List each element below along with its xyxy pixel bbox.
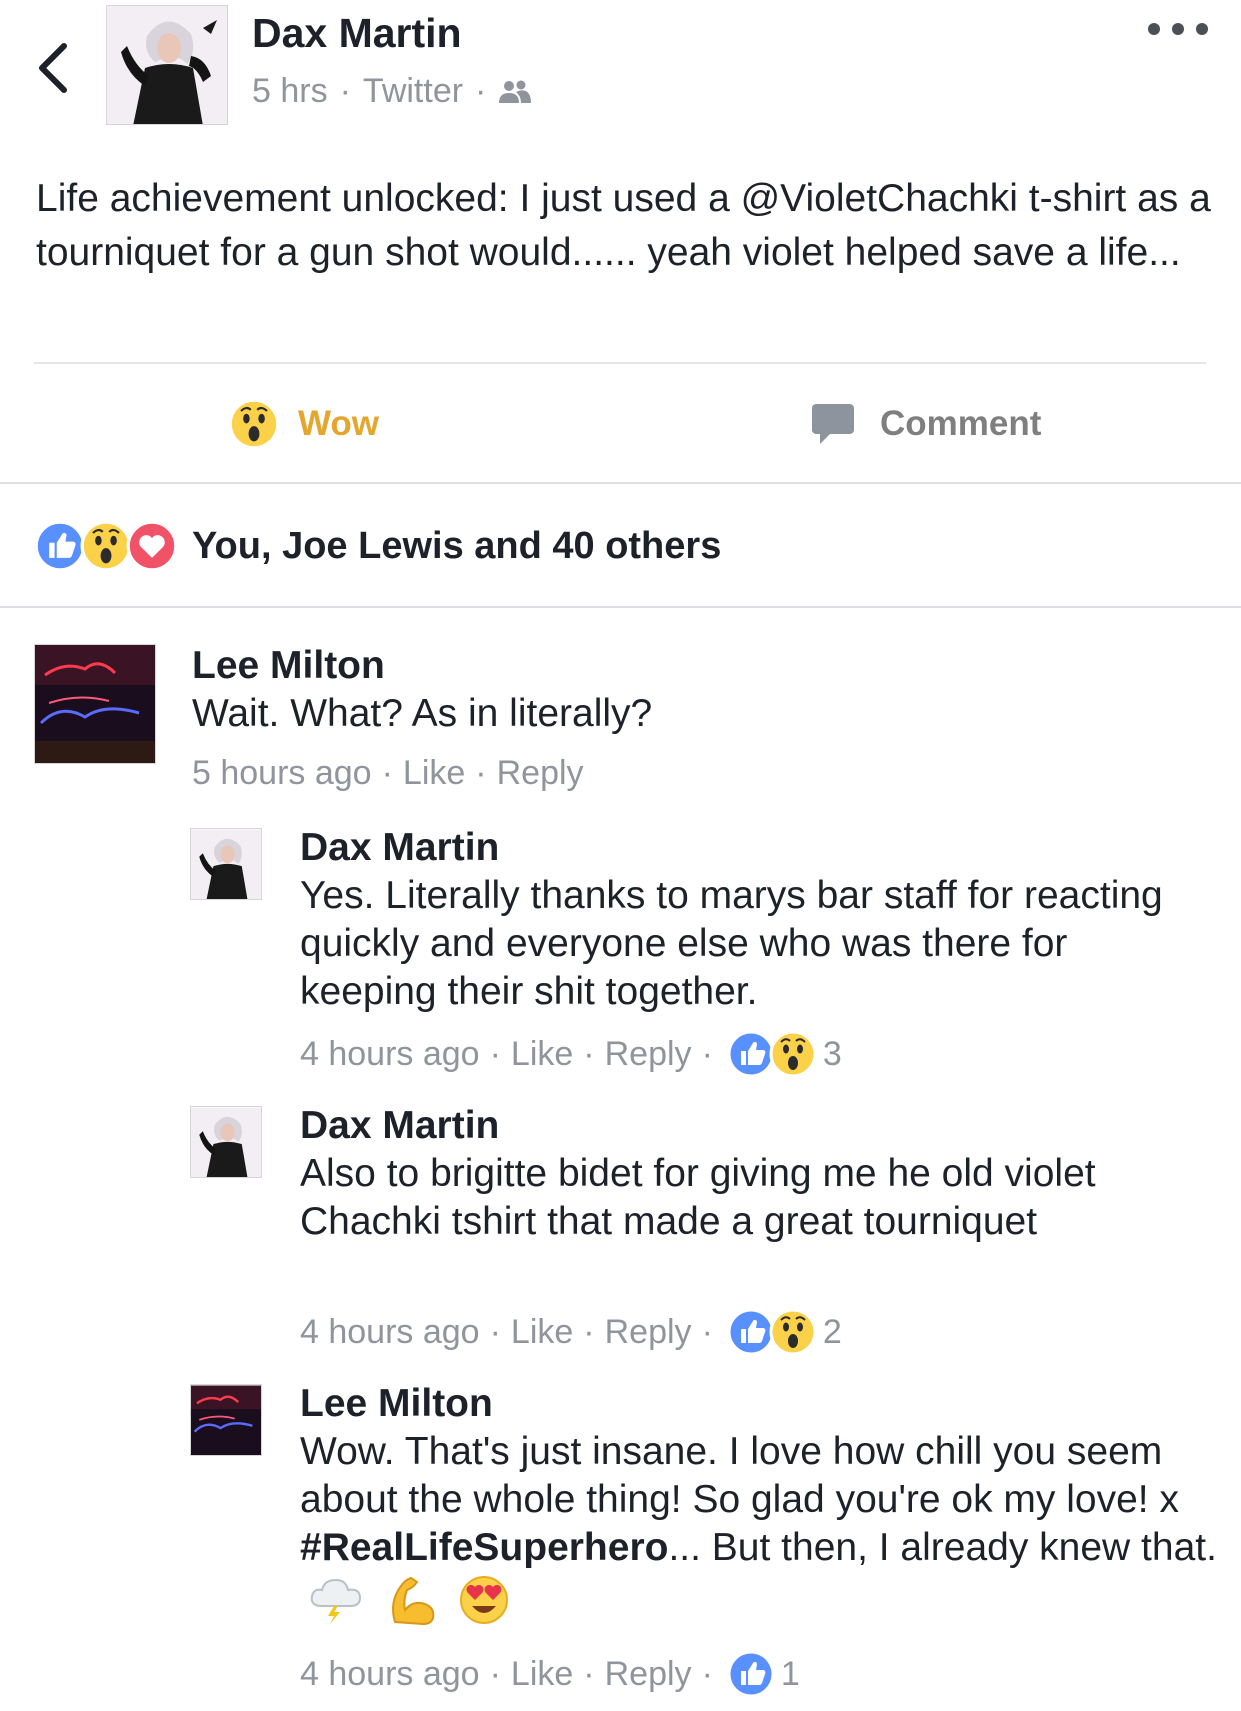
comment-time[interactable]: 4 hours ago [300, 1313, 480, 1352]
like-icon [727, 1308, 775, 1356]
comment-meta: 4 hours ago · Like · Reply · 3 [300, 1030, 842, 1078]
reaction-icons [34, 520, 182, 572]
cloud-lightning-icon [310, 1578, 362, 1624]
comment-meta: 4 hours ago · Like · Reply · 2 [300, 1308, 842, 1356]
post-source[interactable]: Twitter [363, 72, 463, 111]
reply-link[interactable]: Reply [605, 1035, 692, 1074]
reply-link[interactable]: Reply [497, 754, 584, 793]
avatar-photo [191, 829, 261, 899]
like-icon [34, 520, 86, 572]
comment-meta: 5 hours ago · Like · Reply [192, 754, 584, 793]
post-author-name[interactable]: Dax Martin [252, 10, 462, 57]
meta-separator: · [701, 1312, 713, 1351]
hashtag-link[interactable]: #RealLifeSuperhero [300, 1526, 668, 1569]
avatar-photo [35, 645, 155, 763]
commenter-avatar[interactable] [190, 1384, 262, 1456]
reply-link[interactable]: Reply [605, 1313, 692, 1352]
commenter-name[interactable]: Lee Milton [300, 1382, 493, 1426]
reaction-count: 1 [780, 1654, 800, 1693]
comment-time[interactable]: 4 hours ago [300, 1655, 480, 1694]
meta-separator: · [489, 1312, 501, 1351]
commenter-avatar[interactable] [190, 828, 262, 900]
wow-icon [80, 520, 132, 572]
comment-text: Wow. That's just insane. I love how chil… [300, 1428, 1220, 1628]
avatar-photo [107, 6, 227, 124]
commenter-avatar[interactable] [190, 1106, 262, 1178]
meta-separator: · [339, 72, 351, 110]
comment-meta: 4 hours ago · Like · Reply · 1 [300, 1650, 800, 1698]
comment-time[interactable]: 5 hours ago [192, 754, 372, 793]
like-icon [727, 1650, 775, 1698]
meta-separator: · [583, 1654, 595, 1693]
comment-label: Comment [880, 404, 1042, 443]
like-link[interactable]: Like [511, 1313, 573, 1352]
comment-time[interactable]: 4 hours ago [300, 1035, 480, 1074]
comment-text: Also to brigitte bidet for giving me he … [300, 1152, 1096, 1243]
wow-icon [769, 1030, 817, 1078]
comment-text: Yes. Literally thanks to marys bar staff… [300, 874, 1163, 1013]
wow-reaction-button[interactable]: Wow [228, 398, 379, 450]
avatar-photo [191, 1385, 261, 1455]
comment-reactions[interactable]: 1 [727, 1650, 800, 1698]
author-avatar[interactable] [106, 5, 228, 125]
heart-eyes-icon [459, 1576, 508, 1624]
divider [34, 362, 1206, 364]
reaction-count: 3 [822, 1034, 842, 1073]
like-link[interactable]: Like [511, 1655, 573, 1694]
love-icon [126, 520, 178, 572]
commenter-name[interactable]: Dax Martin [300, 826, 499, 870]
meta-separator: · [381, 754, 393, 792]
meta-separator: · [583, 1312, 595, 1351]
dot-icon [1196, 23, 1208, 35]
comment-text-after: ... But then, I already knew that. [668, 1526, 1217, 1569]
reactions-summary-text: You, Joe Lewis and 40 others [192, 524, 722, 567]
avatar-photo [191, 1107, 261, 1177]
meta-separator: · [701, 1654, 713, 1693]
back-button[interactable] [30, 38, 76, 98]
commenter-name[interactable]: Dax Martin [300, 1104, 499, 1148]
reply-link[interactable]: Reply [605, 1655, 692, 1694]
like-link[interactable]: Like [403, 754, 465, 793]
post-body-text: Life achievement unlocked: I just used a… [36, 177, 1211, 274]
flexed-biceps-icon [391, 1576, 435, 1626]
comment-reactions[interactable]: 3 [727, 1030, 842, 1078]
dot-icon [1148, 23, 1160, 35]
divider [0, 606, 1241, 608]
wow-label: Wow [298, 404, 380, 443]
comment-button[interactable]: Comment [810, 402, 1041, 446]
commenter-name[interactable]: Lee Milton [192, 644, 385, 688]
like-link[interactable]: Like [511, 1035, 573, 1074]
comment-reactions[interactable]: 2 [727, 1308, 842, 1356]
post-actions-bar: Wow Comment [0, 380, 1241, 470]
reactions-summary[interactable]: You, Joe Lewis and 40 others [34, 520, 721, 572]
meta-separator: · [489, 1654, 501, 1693]
wow-icon [228, 398, 280, 450]
friends-icon [499, 80, 532, 103]
more-options-button[interactable] [1148, 14, 1208, 44]
reaction-count: 2 [822, 1312, 842, 1351]
chevron-left-icon [39, 43, 67, 93]
comment-text-before: Wow. That's just insane. I love how chil… [300, 1430, 1179, 1521]
dot-icon [1172, 23, 1184, 35]
commenter-avatar[interactable] [34, 644, 156, 764]
meta-separator: · [489, 1034, 501, 1073]
comment-text: Wait. What? As in literally? [192, 692, 653, 735]
post-time[interactable]: 5 hrs [252, 72, 328, 111]
divider [0, 482, 1241, 484]
meta-separator: · [475, 72, 487, 110]
like-icon [727, 1030, 775, 1078]
meta-separator: · [475, 754, 487, 792]
meta-separator: · [583, 1034, 595, 1073]
post-meta: 5 hrs · Twitter · [252, 72, 532, 111]
wow-icon [769, 1308, 817, 1356]
meta-separator: · [701, 1034, 713, 1073]
comment-bubble-icon [812, 404, 854, 444]
post-header: Dax Martin 5 hrs · Twitter · [0, 0, 1241, 150]
